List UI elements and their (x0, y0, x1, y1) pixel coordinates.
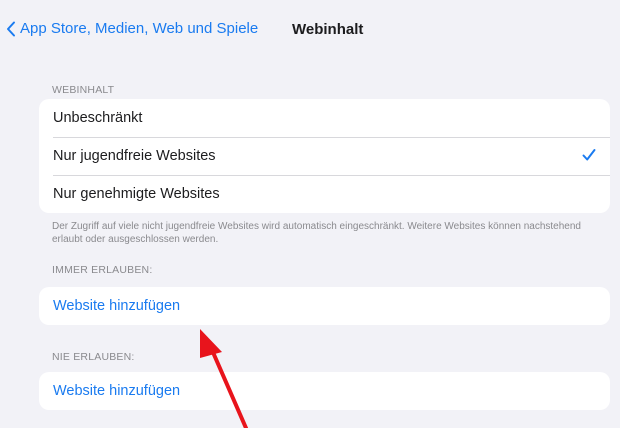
back-button-label: App Store, Medien, Web und Spiele (20, 20, 259, 37)
add-website-label: Website hinzufügen (53, 383, 181, 399)
option-nur-jugendfreie-websites[interactable]: Nur jugendfreie Websites (39, 137, 610, 175)
never-allow-add-website-button[interactable]: Website hinzufügen (39, 372, 610, 410)
add-website-label: Website hinzufügen (53, 298, 181, 314)
back-button[interactable]: App Store, Medien, Web und Spiele (6, 20, 258, 37)
chevron-left-icon (7, 21, 15, 36)
checkmark-icon (582, 149, 596, 161)
always-allow-group: Website hinzufügen (39, 287, 610, 325)
section-header-immer-erlauben: IMMER ERLAUBEN: (52, 264, 153, 276)
section-footer-note: Der Zugriff auf viele nicht jugendfreie … (52, 221, 581, 245)
always-allow-add-website-button[interactable]: Website hinzufügen (39, 287, 610, 325)
section-header-webinhalt: WEBINHALT (52, 84, 115, 96)
option-unbeschraenkt[interactable]: Unbeschränkt (39, 99, 610, 137)
option-nur-genehmigte-websites[interactable]: Nur genehmigte Websites (39, 175, 610, 213)
page-title: Webinhalt (292, 21, 364, 38)
annotation-arrow-icon (200, 329, 248, 428)
navigation-bar: App Store, Medien, Web und Spiele Webinh… (0, 0, 620, 56)
never-allow-group: Website hinzufügen (39, 372, 610, 410)
option-label: Nur jugendfreie Websites (53, 148, 216, 164)
option-label: Unbeschränkt (53, 110, 143, 126)
option-label: Nur genehmigte Websites (53, 186, 220, 202)
section-header-nie-erlauben: NIE ERLAUBEN: (52, 351, 135, 363)
webinhalt-options-group: Unbeschränkt Nur jugendfreie Websites Nu… (39, 99, 610, 213)
